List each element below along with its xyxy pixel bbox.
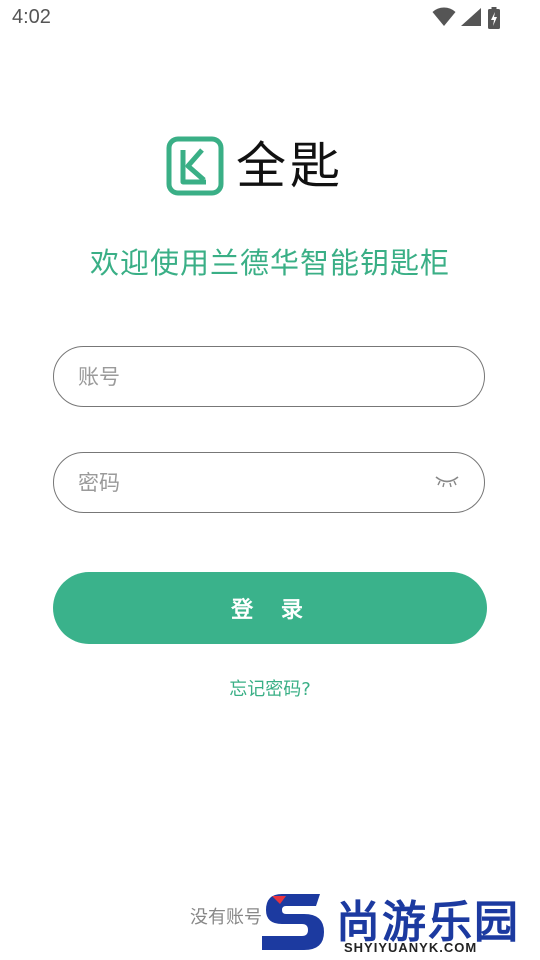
watermark-domain: SHYIYUANYK.COM xyxy=(344,940,478,955)
password-input[interactable] xyxy=(76,453,420,513)
status-bar: 4:02 xyxy=(0,0,540,38)
welcome-title: 欢迎使用兰德华智能钥匙柜 xyxy=(89,246,450,280)
login-button[interactable]: 登 录 xyxy=(53,572,487,644)
brand-name: 全匙 xyxy=(236,137,344,195)
account-input[interactable] xyxy=(76,347,420,407)
battery-icon xyxy=(488,7,500,29)
logo-k-icon xyxy=(166,136,224,196)
watermark: 尚游乐园 SHYIYUANYK.COM xyxy=(258,890,540,958)
signal-icon xyxy=(461,8,481,26)
eye-closed-icon[interactable] xyxy=(435,474,459,488)
account-field[interactable] xyxy=(53,346,485,407)
wifi-icon xyxy=(432,7,456,26)
app-logo: 全匙 xyxy=(166,136,366,200)
status-time: 4:02 xyxy=(12,6,51,28)
register-prompt[interactable]: 没有账号 xyxy=(190,903,262,929)
password-field[interactable] xyxy=(53,452,485,513)
watermark-logo-icon xyxy=(262,894,324,950)
forgot-password-link[interactable]: 忘记密码? xyxy=(0,675,540,701)
